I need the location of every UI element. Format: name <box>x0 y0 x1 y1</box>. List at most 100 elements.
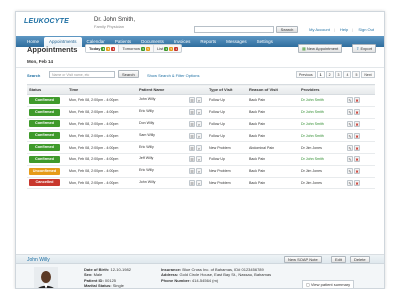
profile-icon[interactable]: ☰ <box>189 109 195 116</box>
edit-icon[interactable]: ✎ <box>347 144 353 151</box>
edit-icon[interactable]: ✎ <box>347 168 353 175</box>
status-badge[interactable]: Cancelled <box>29 179 60 187</box>
profile-icon[interactable]: ☰ <box>189 156 195 163</box>
provider-name[interactable]: Dr Jim Jones <box>301 146 322 150</box>
status-badge[interactable]: Confirmed <box>29 96 60 104</box>
tab-reports[interactable]: Reports <box>195 36 221 47</box>
filter-options-link[interactable]: Show Search & Filter Options <box>147 73 199 78</box>
provider-name[interactable]: Dr John Smith <box>301 122 324 126</box>
status-badge[interactable]: Confirmed <box>29 155 60 163</box>
patient-name-link[interactable]: Don Willy <box>139 121 154 125</box>
my-account-link[interactable]: My Account <box>309 27 330 32</box>
search-icon[interactable]: ⌕ <box>196 144 202 151</box>
delete-icon[interactable]: ✖ <box>354 132 360 139</box>
patient-name-link[interactable]: Eric Willy <box>139 145 154 149</box>
table-row[interactable]: Unconfirmed Mon, Feb 08, 2:00pm - 4:00pm E… <box>27 165 375 178</box>
status-cell: Confirmed <box>27 106 67 119</box>
new-appointment-button[interactable]: ▦ New Appointment <box>298 44 343 53</box>
global-search-input[interactable] <box>194 26 274 33</box>
view-tomorrow[interactable]: Tomorrow 3 5 <box>119 45 155 52</box>
status-badge[interactable]: Confirmed <box>29 132 60 140</box>
search-icon[interactable]: ⌕ <box>196 179 202 186</box>
search-icon[interactable]: ⌕ <box>196 156 202 163</box>
appointment-search-button[interactable]: Search <box>118 70 139 78</box>
page-button[interactable]: 5 <box>352 71 361 78</box>
edit-icon[interactable]: ✎ <box>347 120 353 127</box>
marital-value: Single <box>112 283 124 289</box>
new-soap-note-button[interactable]: New SOAP Note <box>284 256 322 263</box>
search-icon[interactable]: ⌕ <box>196 132 202 139</box>
patient-name-link[interactable]: Sam Willy <box>139 133 155 137</box>
provider-name[interactable]: Dr John Smith <box>301 110 324 114</box>
delete-icon[interactable]: ✖ <box>354 109 360 116</box>
appointment-search-input[interactable]: Name or Visit name, etc <box>49 71 115 78</box>
patient-name-link[interactable]: John Willy <box>139 180 155 184</box>
provider-name[interactable]: Dr John Smith <box>301 157 324 161</box>
status-badge[interactable]: Unconfirmed <box>29 167 60 175</box>
provider-name[interactable]: Dr Jim Jones <box>301 169 322 173</box>
next-page-button[interactable]: Next <box>361 71 375 78</box>
col-status[interactable]: Status <box>27 84 67 95</box>
search-icon[interactable]: ⌕ <box>196 168 202 175</box>
col-time[interactable]: Time <box>67 84 137 95</box>
edit-button[interactable]: Edit <box>331 256 346 263</box>
edit-icon[interactable]: ✎ <box>347 179 353 186</box>
help-link[interactable]: Help <box>340 27 348 32</box>
export-button[interactable]: ⇪ Export <box>352 44 377 53</box>
provider-name[interactable]: Dr John Smith <box>301 134 324 138</box>
edit-icon[interactable]: ✎ <box>347 109 353 116</box>
delete-icon[interactable]: ✖ <box>354 144 360 151</box>
col-providers[interactable]: Providers <box>299 84 345 95</box>
profile-icon[interactable]: ☰ <box>189 144 195 151</box>
profile-icon[interactable]: ☰ <box>189 168 195 175</box>
status-badge[interactable]: Confirmed <box>29 144 60 152</box>
search-icon[interactable]: ⌕ <box>196 120 202 127</box>
page-button[interactable]: 1 <box>316 71 325 78</box>
delete-icon[interactable]: ✖ <box>354 156 360 163</box>
col-patient[interactable]: Patient Name <box>137 84 207 95</box>
patient-name-link[interactable]: John Willy <box>139 97 155 101</box>
delete-icon[interactable]: ✖ <box>354 179 360 186</box>
page-button[interactable]: 4 <box>343 71 352 78</box>
table-row[interactable]: Cancelled Mon, Feb 08, 2:00pm - 4:00pm Joh… <box>27 177 375 190</box>
search-icon[interactable]: ⌕ <box>196 97 202 104</box>
table-row[interactable]: Confirmed Mon, Feb 08, 2:00pm - 4:00pm Jef… <box>27 153 375 166</box>
edit-icon[interactable]: ✎ <box>347 97 353 104</box>
col-type[interactable]: Type of Visit <box>207 84 247 95</box>
page-button[interactable]: 2 <box>325 71 334 78</box>
profile-icon[interactable]: ☰ <box>189 97 195 104</box>
prev-page-button[interactable]: Previous <box>296 71 316 78</box>
view-today[interactable]: Today 3 5 1 <box>86 45 120 52</box>
status-badge[interactable]: Confirmed <box>29 120 60 128</box>
provider-name[interactable]: Dr Jim Jones <box>301 181 322 185</box>
view-patient-summary-button[interactable]: ▢ View patient summary <box>302 280 355 288</box>
patient-name-link[interactable]: Eric Willy <box>139 168 154 172</box>
delete-button[interactable]: Delete <box>350 256 370 263</box>
tab-messages[interactable]: Messages <box>221 36 252 47</box>
sign-out-link[interactable]: Sign Out <box>358 27 374 32</box>
table-row[interactable]: Confirmed Mon, Feb 08, 2:00pm - 4:00pm Sam… <box>27 129 375 143</box>
table-row[interactable]: Confirmed Mon, Feb 08, 2:00pm - 4:00pm Joh… <box>27 94 375 107</box>
provider-name[interactable]: Dr John Smith <box>301 98 324 102</box>
delete-icon[interactable]: ✖ <box>354 97 360 104</box>
table-row[interactable]: Confirmed Mon, Feb 08, 2:00pm - 4:00pm Don… <box>27 118 375 131</box>
table-row[interactable]: Confirmed Mon, Feb 08, 2:00pm - 4:00pm Eri… <box>27 106 375 119</box>
view-list[interactable]: List 3 5 1 <box>154 45 181 52</box>
profile-icon[interactable]: ☰ <box>189 132 195 139</box>
profile-icon[interactable]: ☰ <box>189 120 195 127</box>
col-reason[interactable]: Reason of Visit <box>247 84 299 95</box>
tab-settings[interactable]: Settings <box>252 36 278 47</box>
delete-icon[interactable]: ✖ <box>354 120 360 127</box>
table-row[interactable]: Confirmed Mon, Feb 08, 2:00pm - 4:00pm Eri… <box>27 141 375 154</box>
global-search-button[interactable]: Search <box>276 26 298 33</box>
profile-icon[interactable]: ☰ <box>189 179 195 186</box>
page-button[interactable]: 3 <box>334 71 343 78</box>
reason-cell: Abdominal Pain <box>247 141 299 154</box>
edit-icon[interactable]: ✎ <box>347 132 353 139</box>
search-icon[interactable]: ⌕ <box>196 109 202 116</box>
patient-name-link[interactable]: Eric Willy <box>139 109 154 113</box>
status-badge[interactable]: Confirmed <box>29 108 60 116</box>
patient-name-link[interactable]: Jeff Willy <box>139 156 153 160</box>
delete-icon[interactable]: ✖ <box>354 168 360 175</box>
edit-icon[interactable]: ✎ <box>347 156 353 163</box>
